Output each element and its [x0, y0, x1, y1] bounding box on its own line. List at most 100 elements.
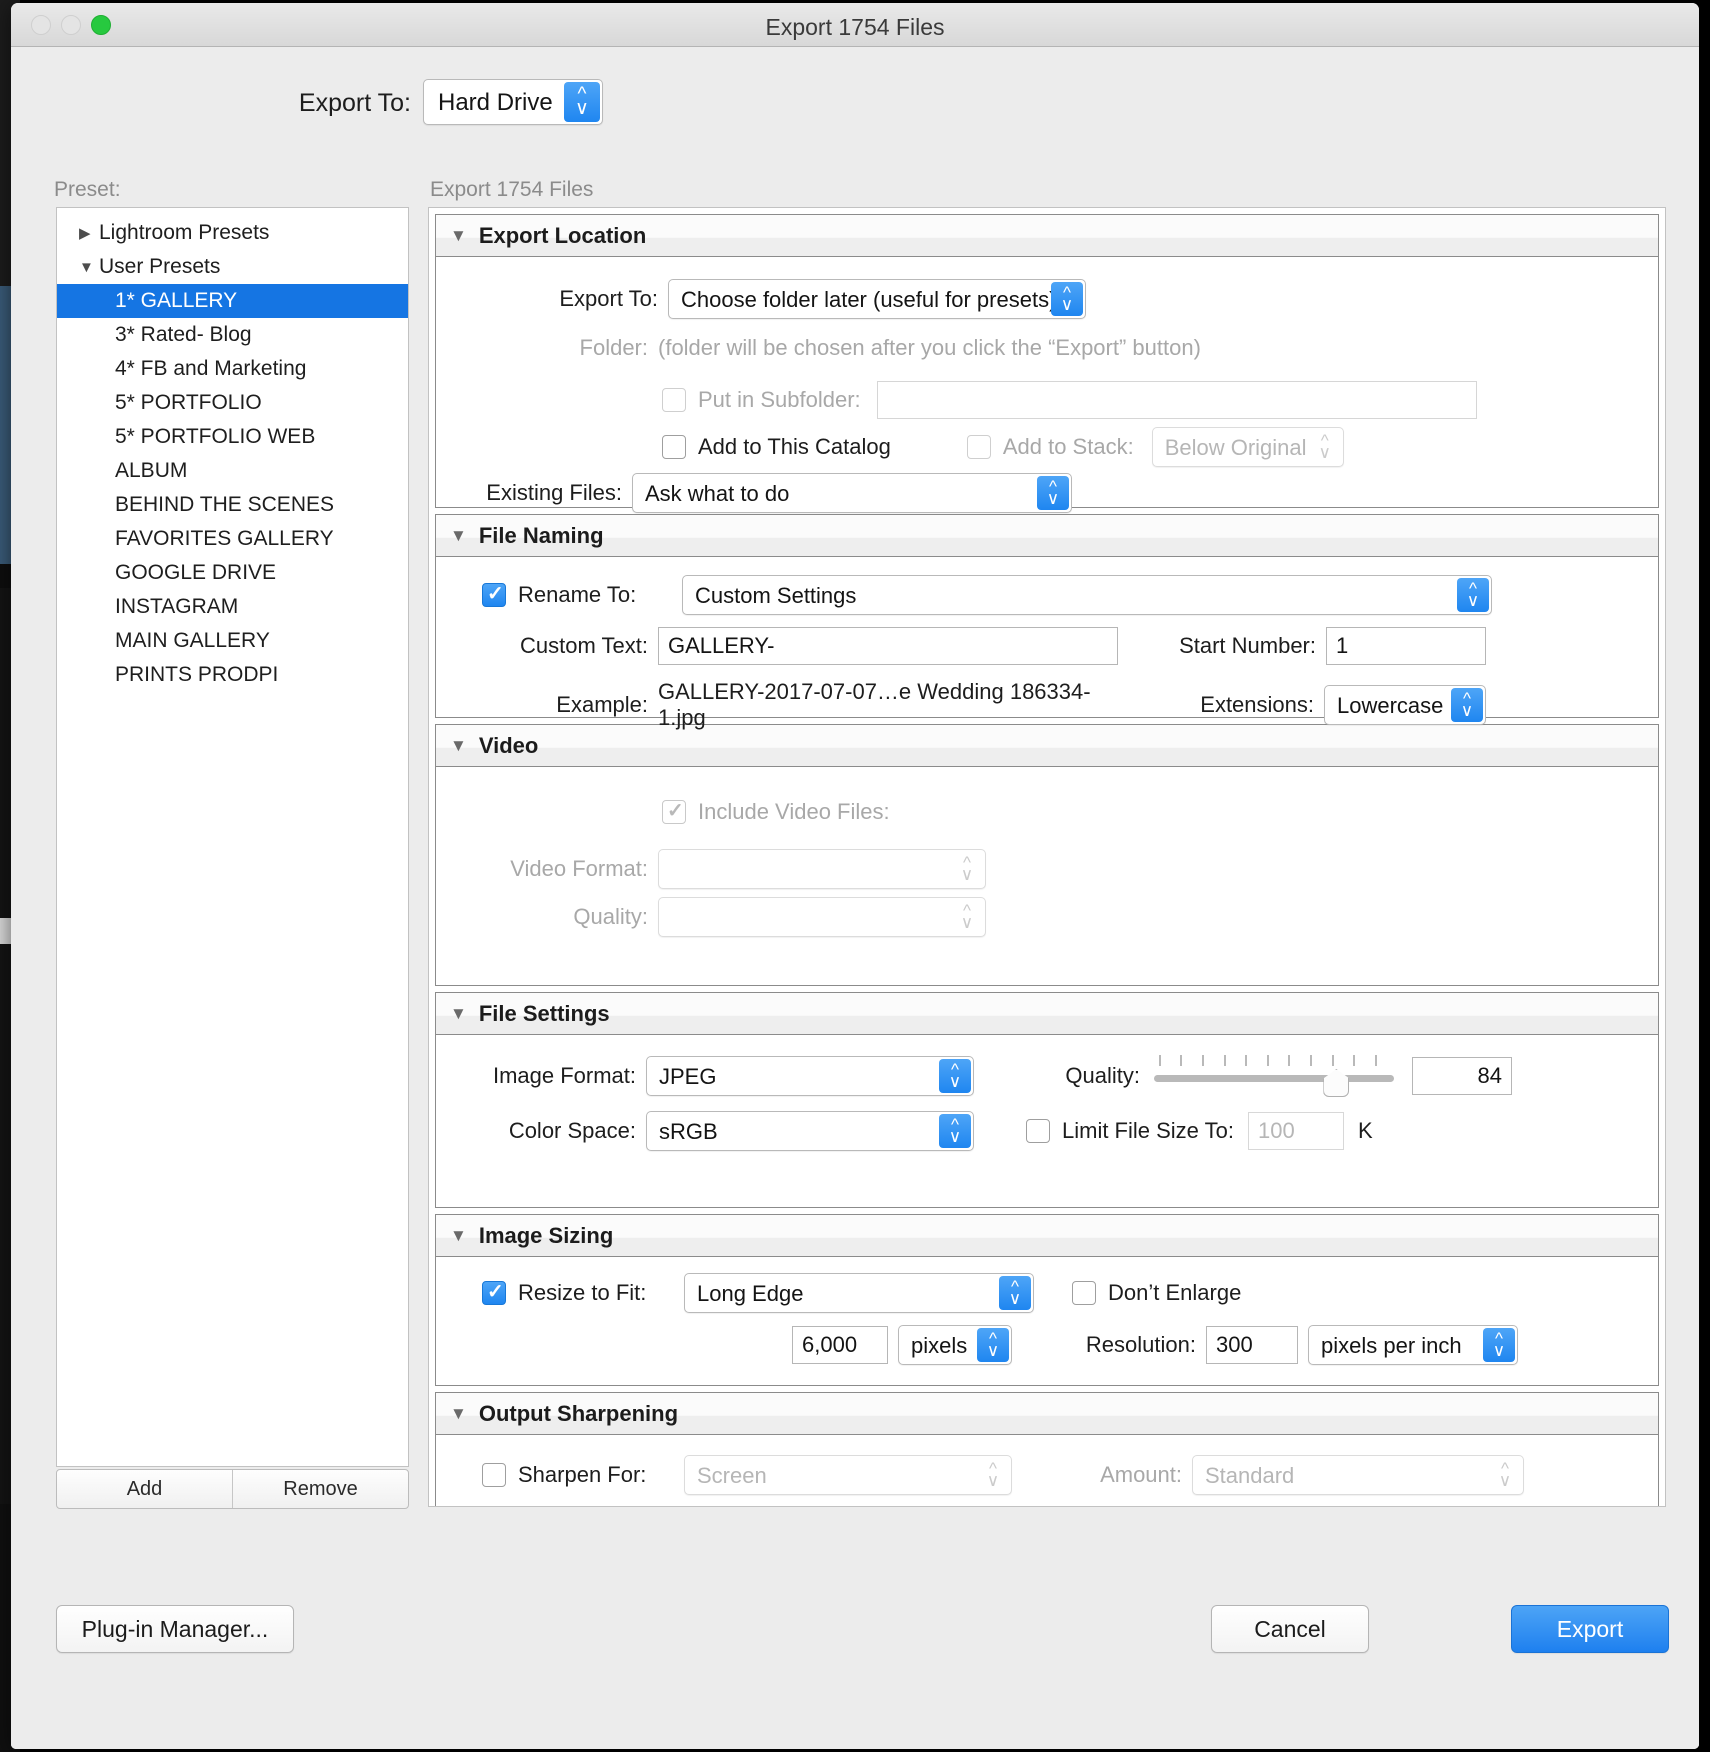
preset-item-prints-prodpi[interactable]: PRINTS PRODPI	[57, 658, 408, 692]
resolution-unit-dropdown[interactable]: pixels per inch ^ ∨	[1308, 1325, 1518, 1365]
preset-item-google-drive[interactable]: GOOGLE DRIVE	[57, 556, 408, 590]
preset-item-label: MAIN GALLERY	[115, 629, 270, 652]
custom-text-input[interactable]: GALLERY-	[658, 627, 1118, 665]
dialog-body: Export To: Hard Drive ^∨ Preset: Lightro…	[11, 47, 1699, 1749]
export-to-folder-dropdown[interactable]: Choose folder later (useful for presets)…	[668, 279, 1086, 319]
add-to-stack-label: Add to Stack:	[1002, 434, 1134, 459]
panel-header-image-sizing[interactable]: ▼ Image Sizing	[436, 1215, 1658, 1257]
add-preset-button[interactable]: Add	[57, 1470, 232, 1508]
sharpen-for-dropdown[interactable]: Screen ^ ∨	[684, 1455, 1012, 1495]
limit-file-size-input[interactable]: 100	[1247, 1112, 1344, 1150]
image-format-dropdown[interactable]: JPEG ^ ∨	[646, 1056, 974, 1096]
export-button[interactable]: Export	[1511, 1605, 1669, 1653]
video-format-dropdown[interactable]: ^ ∨	[658, 849, 986, 889]
title-bar: Export 1754 Files	[11, 3, 1699, 47]
panel-image-sizing: ▼ Image Sizing Resize to Fit: Long Edge …	[435, 1214, 1659, 1386]
add-to-stack-checkbox[interactable]	[966, 435, 991, 459]
resize-mode-dropdown[interactable]: Long Edge ^ ∨	[684, 1273, 1034, 1313]
resize-to-fit-checkbox[interactable]	[482, 1279, 506, 1305]
preset-item-label: GOOGLE DRIVE	[115, 561, 277, 584]
preset-actions: Add Remove	[56, 1469, 409, 1509]
jpeg-quality-input[interactable]: 84	[1412, 1057, 1512, 1095]
disclosure-triangle-icon[interactable]: ▼	[450, 1004, 467, 1024]
limit-file-size-checkbox[interactable]	[1026, 1119, 1050, 1143]
rename-to-label: Rename To:	[518, 582, 637, 607]
size-value-input[interactable]: 6,000	[792, 1326, 888, 1364]
example-value: GALLERY-2017-07-07…e Wedding 186334-1.jp…	[658, 679, 1091, 730]
chevron-updown-icon: ^ ∨	[960, 901, 974, 932]
preset-item-favorites-gallery[interactable]: FAVORITES GALLERY	[57, 522, 408, 556]
subfolder-input[interactable]	[876, 381, 1477, 419]
preset-item-main-gallery[interactable]: MAIN GALLERY	[57, 624, 408, 658]
color-space-dropdown[interactable]: sRGB ^ ∨	[646, 1111, 974, 1151]
rename-to-checkbox[interactable]	[482, 581, 506, 607]
preset-item-instagram[interactable]: INSTAGRAM	[57, 590, 408, 624]
include-video-files-checkbox[interactable]	[662, 798, 686, 824]
preset-item-album[interactable]: ALBUM	[57, 454, 408, 488]
resolution-unit-value: pixels per inch	[1321, 1333, 1462, 1358]
remove-preset-button[interactable]: Remove	[232, 1470, 408, 1508]
preset-item-label: ALBUM	[115, 459, 188, 482]
panel-header-export-location[interactable]: ▼ Export Location	[436, 215, 1658, 257]
export-to-dropdown[interactable]: Hard Drive ^ ∨	[423, 79, 603, 125]
chevron-updown-icon: ^ ∨	[986, 1459, 1000, 1490]
preset-item-label: INSTAGRAM	[115, 595, 239, 618]
stack-position-dropdown[interactable]: Below Original ^ ∨	[1151, 427, 1344, 467]
panel-header-file-naming[interactable]: ▼ File Naming	[436, 515, 1658, 557]
dont-enlarge-checkbox[interactable]	[1072, 1281, 1096, 1305]
panel-header-file-settings[interactable]: ▼ File Settings	[436, 993, 1658, 1035]
chevron-updown-icon: ^ ∨	[564, 82, 600, 122]
preset-item-label: FAVORITES GALLERY	[115, 527, 334, 550]
chevron-down-icon	[79, 259, 99, 276]
cancel-button[interactable]: Cancel	[1211, 1605, 1369, 1653]
preset-group-lightroom[interactable]: Lightroom Presets	[57, 216, 408, 250]
existing-files-label: Existing Files:	[486, 480, 622, 505]
size-unit-dropdown[interactable]: pixels ^ ∨	[898, 1325, 1012, 1365]
resolution-input[interactable]: 300	[1206, 1326, 1298, 1364]
sharpen-for-checkbox[interactable]	[482, 1463, 506, 1487]
preset-item-portfolio[interactable]: 5* PORTFOLIO	[57, 386, 408, 420]
preset-item-label: 5* PORTFOLIO	[115, 391, 262, 414]
disclosure-triangle-icon[interactable]: ▼	[450, 226, 467, 246]
disclosure-triangle-icon[interactable]: ▼	[450, 526, 467, 546]
panel-header-video[interactable]: ▼ Video	[436, 725, 1658, 767]
panel-title: File Naming	[478, 522, 604, 548]
preset-item-label: 5* PORTFOLIO WEB	[115, 425, 316, 448]
extensions-dropdown[interactable]: Lowercase ^ ∨	[1324, 685, 1486, 725]
preset-item-behind-the-scenes[interactable]: BEHIND THE SCENES	[57, 488, 408, 522]
preset-item-fb-marketing[interactable]: 4* FB and Marketing	[57, 352, 408, 386]
panel-header-output-sharpening[interactable]: ▼ Output Sharpening	[436, 1393, 1658, 1435]
dont-enlarge-label: Don’t Enlarge	[1108, 1280, 1242, 1305]
preset-group-user[interactable]: User Presets	[57, 250, 408, 284]
preset-list[interactable]: Lightroom Presets User Presets 1* GALLER…	[56, 207, 409, 1467]
rename-preset-dropdown[interactable]: Custom Settings ^ ∨	[682, 575, 1492, 615]
include-video-files-label: Include Video Files:	[698, 799, 890, 824]
slider-knob[interactable]	[1323, 1069, 1350, 1097]
start-number-label: Start Number:	[1179, 633, 1316, 658]
disclosure-triangle-icon[interactable]: ▼	[450, 736, 467, 756]
start-number-input[interactable]: 1	[1326, 627, 1486, 665]
slider-track[interactable]	[1154, 1075, 1394, 1082]
video-quality-dropdown[interactable]: ^ ∨	[658, 897, 986, 937]
limit-file-size-label: Limit File Size To:	[1062, 1118, 1234, 1143]
preset-label: Preset:	[54, 178, 121, 201]
settings-scroll-pane[interactable]: ▼ Export Location Export To: Choose fold…	[428, 207, 1666, 1507]
preset-item-label: 3* Rated- Blog	[115, 323, 252, 346]
preset-item-gallery[interactable]: 1* GALLERY	[57, 284, 408, 318]
add-to-catalog-checkbox[interactable]	[662, 435, 686, 459]
preset-item-rated-blog[interactable]: 3* Rated- Blog	[57, 318, 408, 352]
disclosure-triangle-icon[interactable]: ▼	[450, 1226, 467, 1246]
preset-item-portfolio-web[interactable]: 5* PORTFOLIO WEB	[57, 420, 408, 454]
video-format-label: Video Format:	[510, 856, 648, 881]
limit-file-size-unit: K	[1357, 1118, 1373, 1143]
add-to-catalog-label: Add to This Catalog	[698, 434, 891, 459]
example-label: Example:	[556, 692, 648, 717]
sharpen-amount-dropdown[interactable]: Standard ^ ∨	[1192, 1455, 1524, 1495]
plugin-manager-button[interactable]: Plug-in Manager...	[56, 1605, 294, 1653]
panel-title: Video	[478, 732, 539, 758]
preset-item-label: 4* FB and Marketing	[115, 357, 307, 380]
existing-files-dropdown[interactable]: Ask what to do ^ ∨	[632, 473, 1072, 513]
put-in-subfolder-checkbox[interactable]	[662, 388, 686, 412]
jpeg-quality-slider[interactable]	[1154, 1055, 1394, 1097]
disclosure-triangle-icon[interactable]: ▼	[450, 1404, 467, 1424]
